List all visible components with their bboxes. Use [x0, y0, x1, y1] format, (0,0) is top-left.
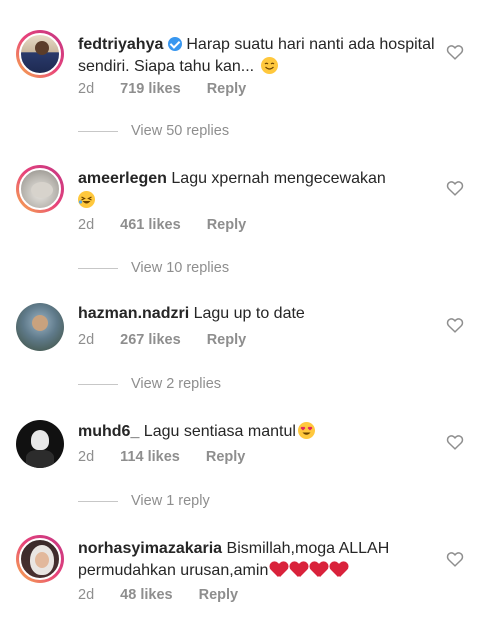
- comment-meta: 2d 719 likes Reply: [78, 81, 268, 97]
- reply-button[interactable]: Reply: [199, 587, 239, 603]
- username[interactable]: fedtriyahya: [78, 36, 163, 53]
- view-replies-label[interactable]: View 1 reply: [131, 493, 210, 509]
- red-heart-emoji: [290, 562, 308, 578]
- view-replies-link[interactable]: View 1 reply: [78, 493, 210, 509]
- divider-line: [78, 130, 118, 132]
- view-replies-link[interactable]: View 2 replies: [78, 376, 221, 392]
- verified-badge-icon: [168, 37, 183, 51]
- divider-line: [78, 383, 118, 385]
- comment-body: ameerlegen Lagu xpernah mengecewakan: [78, 168, 438, 212]
- red-heart-emoji: [330, 562, 348, 578]
- comment-body: fedtriyahya Harap suatu hari nanti ada ho…: [78, 34, 438, 78]
- view-replies-label[interactable]: View 50 replies: [131, 123, 229, 139]
- comment-body: muhd6_ Lagu sentiasa mantul: [78, 421, 438, 443]
- comment-time: 2d: [78, 332, 95, 348]
- red-heart-emoji: [310, 562, 328, 578]
- comment-body: hazman.nadzri Lagu up to date: [78, 303, 438, 325]
- comment-meta: 2d 267 likes Reply: [78, 332, 268, 348]
- likes-count[interactable]: 267 likes: [120, 332, 180, 348]
- username[interactable]: ameerlegen: [78, 170, 167, 187]
- likes-count[interactable]: 48 likes: [120, 587, 172, 603]
- likes-count[interactable]: 114 likes: [120, 449, 180, 465]
- divider-line: [78, 500, 118, 502]
- reply-button[interactable]: Reply: [206, 449, 246, 465]
- comment-time: 2d: [78, 587, 95, 603]
- laughing-face-emoji: [78, 191, 95, 208]
- comment-meta: 2d 114 likes Reply: [78, 449, 267, 465]
- heart-outline-icon[interactable]: [446, 434, 464, 450]
- heart-eyes-emoji: [297, 422, 315, 439]
- view-replies-link[interactable]: View 50 replies: [78, 123, 229, 139]
- username[interactable]: norhasyimazakaria: [78, 540, 222, 557]
- comment-meta: 2d 48 likes Reply: [78, 587, 260, 603]
- avatar[interactable]: [16, 30, 64, 78]
- avatar[interactable]: [16, 303, 64, 351]
- view-replies-label[interactable]: View 2 replies: [131, 376, 221, 392]
- comment-meta: 2d 461 likes Reply: [78, 217, 268, 233]
- avatar[interactable]: [16, 420, 64, 468]
- heart-outline-icon[interactable]: [446, 180, 464, 196]
- heart-outline-icon[interactable]: [446, 317, 464, 333]
- likes-count[interactable]: 719 likes: [120, 81, 180, 97]
- red-heart-emoji: [270, 562, 288, 578]
- reply-button[interactable]: Reply: [207, 332, 247, 348]
- smiling-face-emoji: [260, 57, 278, 74]
- comment-text: Lagu up to date: [193, 305, 305, 322]
- comment-body: norhasyimazakaria Bismillah,moga ALLAH p…: [78, 538, 438, 582]
- comment-time: 2d: [78, 449, 95, 465]
- avatar[interactable]: [16, 165, 64, 213]
- heart-outline-icon[interactable]: [446, 44, 464, 60]
- comment-time: 2d: [78, 81, 95, 97]
- view-replies-link[interactable]: View 10 replies: [78, 260, 229, 276]
- comment-text: Lagu sentiasa mantul: [143, 423, 296, 440]
- reply-button[interactable]: Reply: [207, 81, 247, 97]
- likes-count[interactable]: 461 likes: [120, 217, 180, 233]
- username[interactable]: hazman.nadzri: [78, 305, 189, 322]
- comment-time: 2d: [78, 217, 95, 233]
- heart-outline-icon[interactable]: [446, 551, 464, 567]
- divider-line: [78, 267, 118, 269]
- avatar[interactable]: [16, 535, 64, 583]
- username[interactable]: muhd6_: [78, 423, 139, 440]
- comment-text: Lagu xpernah mengecewakan: [171, 170, 386, 187]
- view-replies-label[interactable]: View 10 replies: [131, 260, 229, 276]
- reply-button[interactable]: Reply: [207, 217, 247, 233]
